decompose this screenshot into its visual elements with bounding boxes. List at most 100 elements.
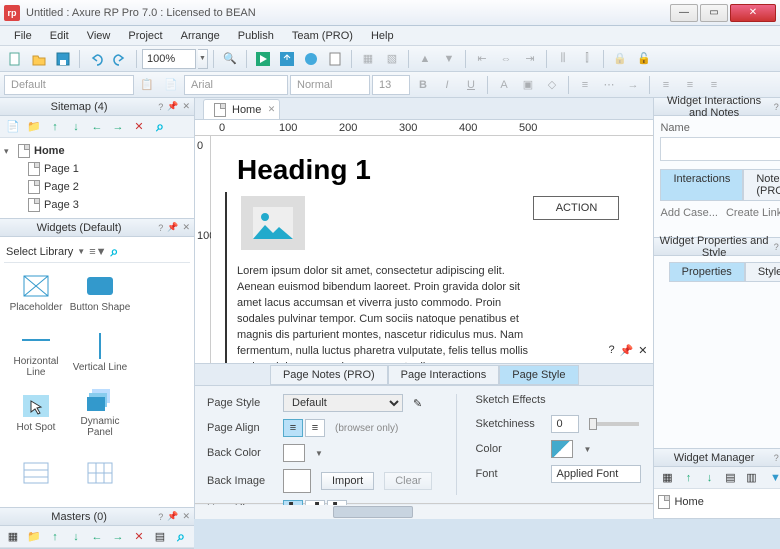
tab-interactions[interactable]: Interactions [660,169,743,201]
open-icon[interactable] [28,48,50,70]
widget-hotspot[interactable]: Hot Spot [4,383,68,443]
tab-page-notes[interactable]: Page Notes (PRO) [270,365,388,385]
style-combo[interactable]: Default [4,75,134,95]
new-icon[interactable] [4,48,26,70]
widget-name-input[interactable] [660,137,780,161]
text-left-icon[interactable]: ≡ [655,74,677,96]
size-combo[interactable]: 13 [372,75,410,95]
delete-icon[interactable]: ✕ [130,528,148,546]
action-button-widget[interactable]: ACTION [533,196,619,220]
preview-icon[interactable] [252,48,274,70]
delete-page-icon[interactable]: ✕ [130,118,148,136]
line-color-icon[interactable]: ◇ [541,74,563,96]
spec-icon[interactable] [324,48,346,70]
move-up-icon[interactable]: ↑ [46,118,64,136]
lock-icon[interactable]: 🔒 [609,48,631,70]
edit-style-icon[interactable]: ✎ [413,397,422,410]
menu-file[interactable]: File [6,28,40,44]
zoom-input[interactable] [142,49,196,69]
library-select[interactable]: Select Library [6,246,73,258]
tree-item[interactable]: Page 2 [4,178,190,196]
maximize-button[interactable]: ▭ [700,4,728,22]
font-color-icon[interactable]: A [493,74,515,96]
wm-icon[interactable]: ▤ [721,469,739,487]
text-right-icon[interactable]: ≡ [703,74,725,96]
close-panel-icon[interactable]: ✕ [182,511,190,522]
paste-style-icon[interactable]: 📄 [160,74,182,96]
front-icon[interactable]: ▲ [414,48,436,70]
weight-combo[interactable]: Normal [290,75,370,95]
close-panel-icon[interactable]: ✕ [182,101,190,112]
line-width-icon[interactable]: ≡ [574,74,596,96]
menu-view[interactable]: View [79,28,119,44]
indent-icon[interactable]: → [109,118,127,136]
add-master-icon[interactable]: ▦ [4,528,22,546]
minimize-button[interactable]: — [670,4,698,22]
back-color-swatch[interactable] [283,444,305,462]
tab-page-style[interactable]: Page Style [499,365,578,385]
text-center-icon[interactable]: ≡ [679,74,701,96]
move-down-icon[interactable]: ↓ [700,469,718,487]
add-folder-icon[interactable]: 📁 [25,118,43,136]
pin-icon[interactable]: 📌 [167,101,178,112]
widget-item[interactable] [4,443,68,503]
back-icon[interactable]: ▼ [438,48,460,70]
widget-vline[interactable]: Vertical Line [68,323,132,383]
wm-icon[interactable]: ▦ [658,469,676,487]
menu-project[interactable]: Project [120,28,170,44]
unlock-icon[interactable]: 🔓 [633,48,655,70]
close-panel-icon[interactable]: ✕ [638,344,647,357]
align-center-button[interactable]: ≡ [305,419,325,437]
redo-icon[interactable] [109,48,131,70]
align-right-icon[interactable]: ⇥ [519,48,541,70]
align-left-button[interactable]: ≡ [283,419,303,437]
undo-icon[interactable] [85,48,107,70]
close-panel-icon[interactable]: ✕ [182,222,190,233]
share-icon[interactable] [276,48,298,70]
sketchiness-slider[interactable] [589,422,639,426]
line-style-icon[interactable]: ⋯ [598,74,620,96]
close-tab-icon[interactable]: ✕ [268,104,276,115]
sketch-color-swatch[interactable] [551,440,573,458]
find-icon[interactable]: 🔍 [219,48,241,70]
underline-icon[interactable]: U [460,74,482,96]
clear-button[interactable]: Clear [384,472,432,490]
search-masters-icon[interactable]: ⌕ [172,528,190,546]
add-page-icon[interactable]: 📄 [4,118,22,136]
close-button[interactable]: ✕ [730,4,776,22]
sketch-font-input[interactable] [551,465,641,483]
canvas[interactable]: Heading 1 ACTION Lorem ipsum dolor sit a… [211,136,653,363]
bold-icon[interactable]: B [412,74,434,96]
help-icon[interactable]: ? [608,344,614,357]
save-icon[interactable] [52,48,74,70]
sketchiness-input[interactable] [551,415,579,433]
move-down-icon[interactable]: ↓ [67,528,85,546]
ungroup-icon[interactable]: ▧ [381,48,403,70]
menu-edit[interactable]: Edit [42,28,77,44]
help-icon[interactable]: ? [774,102,779,112]
widget-hline[interactable]: Horizontal Line [4,323,68,383]
h-scrollbar[interactable] [195,503,653,519]
tab-notes[interactable]: Notes (PRO) [743,169,780,201]
move-up-icon[interactable]: ↑ [46,528,64,546]
tree-item[interactable]: Page 3 [4,196,190,214]
tab-page-interactions[interactable]: Page Interactions [388,365,500,385]
help-icon[interactable]: ? [158,102,163,112]
wm-item[interactable]: Home [658,493,780,511]
arrow-icon[interactable]: → [622,74,644,96]
move-up-icon[interactable]: ↑ [679,469,697,487]
wm-icon[interactable]: ▥ [742,469,760,487]
paragraph-widget[interactable]: Lorem ipsum dolor sit amet, consectetur … [237,264,537,363]
group-icon[interactable]: ▦ [357,48,379,70]
menu-arrange[interactable]: Arrange [173,28,228,44]
add-case-link[interactable]: Add Case... [660,207,717,219]
menu-help[interactable]: Help [363,28,402,44]
page-style-select[interactable]: Default [283,394,403,412]
filter-icon[interactable]: ▼ [766,469,780,487]
pin-icon[interactable]: 📌 [167,511,178,522]
image-placeholder-widget[interactable] [241,196,305,250]
outdent-icon[interactable]: ← [88,118,106,136]
distribute-h-icon[interactable]: ⫼ [552,48,574,70]
guide-line[interactable] [225,192,227,363]
search-widgets-icon[interactable]: ⌕ [111,243,119,260]
